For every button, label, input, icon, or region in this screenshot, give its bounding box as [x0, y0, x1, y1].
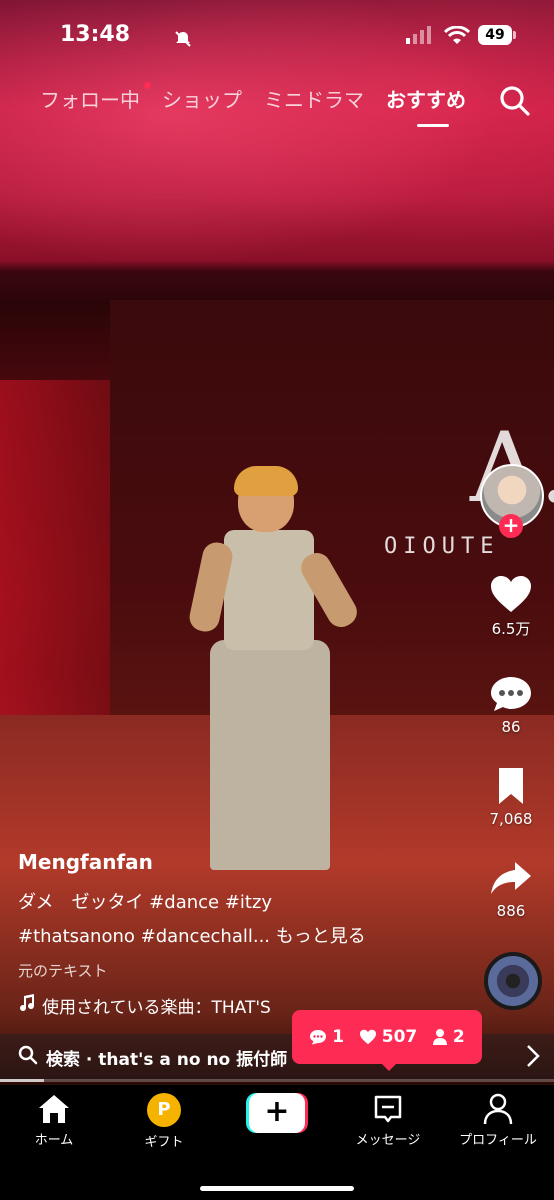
creator-username[interactable]: Mengfanfan	[18, 850, 438, 874]
activity-notification[interactable]: 1 507 2	[292, 1010, 482, 1064]
plus-icon: +	[249, 1093, 305, 1133]
caption-text: ダメ ゼッタイ #dance #itzy #thatsanono #dancec…	[18, 886, 438, 954]
music-title: 使用されている楽曲：THAT'S	[42, 998, 271, 1018]
search-icon[interactable]	[498, 84, 532, 118]
profile-icon	[483, 1093, 513, 1125]
tab-following[interactable]: フォロー中	[40, 84, 140, 124]
cellular-signal-icon	[406, 26, 432, 48]
notification-pointer	[380, 1062, 398, 1071]
heart-icon	[359, 1029, 376, 1045]
caption-block: Mengfanfan ダメ ゼッタイ #dance #itzy #thatsan…	[18, 850, 438, 1018]
mute-icon	[174, 30, 192, 52]
tab-for-you[interactable]: おすすめ	[386, 84, 466, 124]
message-icon	[374, 1095, 402, 1123]
nav-profile-label: プロフィール	[459, 1133, 537, 1148]
backdrop-logo-text: OIOUTE	[384, 534, 500, 559]
progress-fill	[0, 1079, 45, 1082]
create-button[interactable]: +	[246, 1093, 308, 1133]
nav-messages[interactable]: メッセージ	[338, 1093, 438, 1148]
person-icon	[432, 1029, 447, 1045]
new-content-dot	[144, 82, 151, 89]
caption-line: ダメ ゼッタイ #dance #itzy	[18, 892, 273, 913]
top-tab-bar: フォロー中 ショップ ミニドラマ おすすめ	[40, 84, 466, 124]
status-time: 13:48	[60, 22, 131, 47]
like-button[interactable]: 6.5万	[476, 574, 546, 639]
related-search-label: 検索 · that's a no no 振付師	[46, 1049, 288, 1070]
music-disc[interactable]	[484, 952, 542, 1010]
search-icon	[18, 1045, 38, 1069]
save-count: 7,068	[489, 810, 533, 828]
video-progress-bar[interactable]	[0, 1079, 554, 1082]
notif-followers: 2	[432, 1027, 465, 1047]
caption-line: #thatsanono #dancechall...	[18, 926, 271, 947]
home-indicator	[200, 1186, 354, 1191]
share-count: 886	[496, 902, 526, 920]
bottom-nav: ホーム P ギフト + メッセージ プロフィール	[0, 1085, 554, 1200]
nav-gift-label: ギフト	[144, 1135, 184, 1150]
dancer-figure	[186, 466, 362, 890]
tab-mini-drama[interactable]: ミニドラマ	[264, 84, 364, 124]
comment-icon	[310, 1030, 327, 1045]
home-icon	[39, 1095, 69, 1123]
notif-comment-count: 1	[332, 1027, 345, 1047]
share-button[interactable]: 886	[476, 858, 546, 920]
comment-icon	[491, 677, 531, 711]
share-icon	[491, 862, 531, 894]
battery-tip	[513, 31, 516, 39]
tab-shop[interactable]: ショップ	[162, 84, 242, 124]
battery-indicator: 49	[478, 25, 512, 45]
bookmark-icon	[499, 768, 523, 804]
nav-messages-label: メッセージ	[355, 1133, 421, 1148]
gift-coin-icon: P	[147, 1093, 181, 1127]
original-text-link[interactable]: 元のテキスト	[18, 960, 438, 981]
backdrop-wall	[0, 380, 110, 720]
heart-icon	[491, 576, 531, 612]
like-count: 6.5万	[491, 620, 531, 638]
wifi-icon	[443, 25, 471, 50]
notif-like-count: 507	[381, 1027, 418, 1047]
nav-profile[interactable]: プロフィール	[448, 1093, 548, 1148]
comment-count: 86	[501, 718, 521, 736]
notif-follower-count: 2	[452, 1027, 465, 1047]
notif-likes: 507	[359, 1027, 418, 1047]
music-note-icon	[18, 994, 36, 1017]
comment-button[interactable]: 86	[476, 674, 546, 736]
nav-gift[interactable]: P ギフト	[114, 1093, 214, 1150]
notif-comments: 1	[309, 1027, 344, 1047]
see-more-link[interactable]: もっと見る	[276, 926, 366, 947]
nav-home[interactable]: ホーム	[4, 1093, 104, 1148]
active-tab-underline	[417, 124, 449, 127]
chevron-right-icon	[526, 1044, 540, 1072]
nav-home-label: ホーム	[34, 1133, 74, 1148]
status-bar: 13:48 49	[0, 0, 554, 70]
follow-button[interactable]: +	[499, 514, 523, 538]
save-button[interactable]: 7,068	[476, 766, 546, 828]
